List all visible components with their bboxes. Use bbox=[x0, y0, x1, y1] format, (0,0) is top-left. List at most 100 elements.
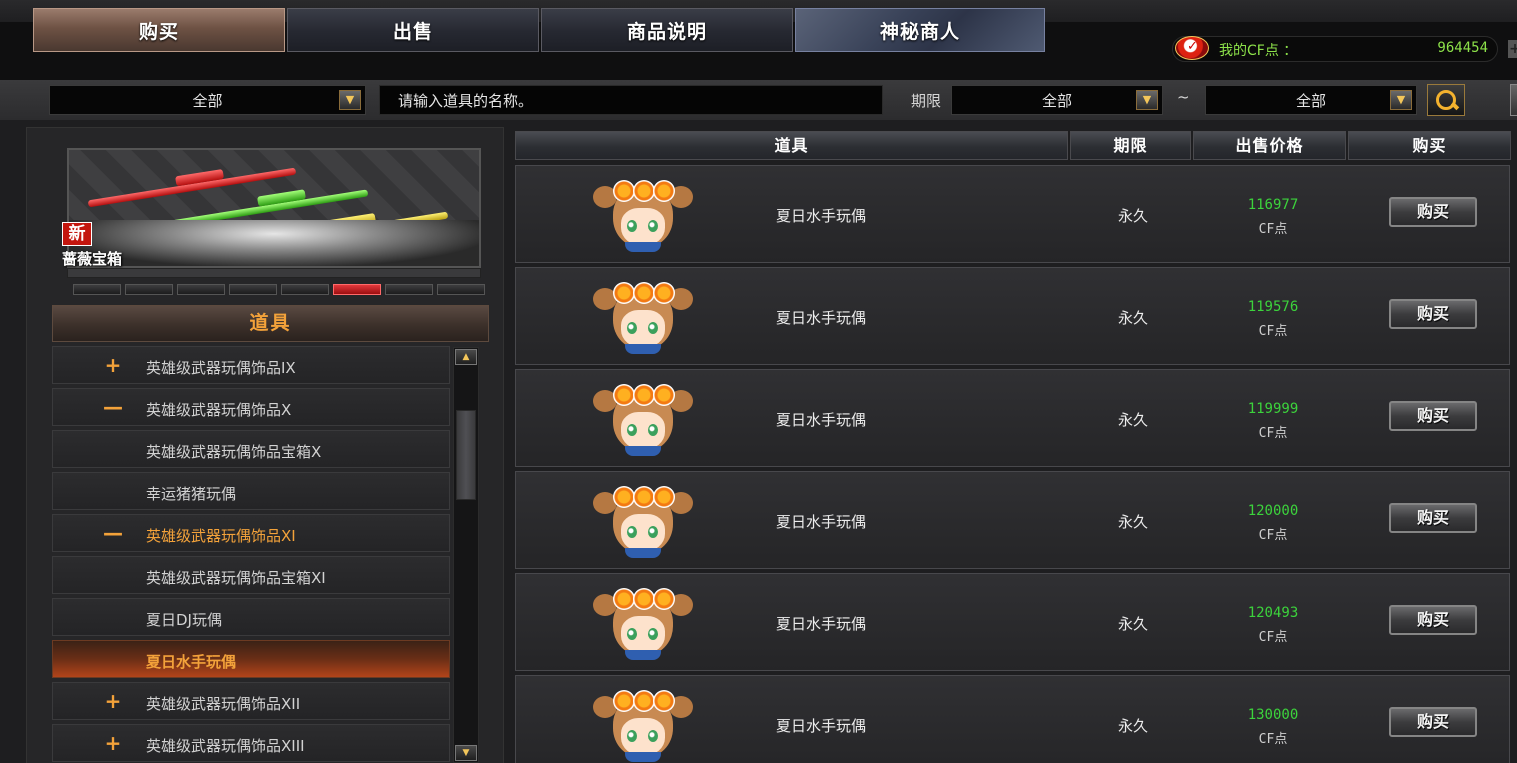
price-unit: CF点 bbox=[1258, 732, 1288, 747]
tab-buy[interactable]: 购买 bbox=[33, 8, 285, 52]
banner-page-dot[interactable] bbox=[333, 284, 381, 295]
expand-icon[interactable]: + bbox=[103, 732, 123, 754]
price-unit: CF点 bbox=[1258, 630, 1288, 645]
doll-eye bbox=[627, 220, 637, 232]
banner-page-dot[interactable] bbox=[177, 284, 225, 295]
table-row: 夏日水手玩偶 永久 130000 CF点 购买 bbox=[515, 675, 1510, 763]
collapse-icon[interactable]: — bbox=[103, 396, 123, 418]
category-label: 夏日DJ玩偶 bbox=[146, 611, 222, 629]
item-term: 永久 bbox=[1118, 615, 1149, 633]
buy-button[interactable]: 购买 bbox=[1389, 503, 1477, 533]
category-label: 夏日水手玩偶 bbox=[146, 653, 237, 671]
table-row: 夏日水手玩偶 永久 120493 CF点 购买 bbox=[515, 573, 1510, 671]
doll-goggle bbox=[633, 486, 655, 508]
category-item[interactable]: 英雄级武器玩偶饰品宝箱XI bbox=[52, 556, 450, 594]
chevron-down-icon[interactable]: ▼ bbox=[339, 90, 361, 110]
doll-eye bbox=[627, 424, 637, 436]
search-icon[interactable] bbox=[1427, 84, 1465, 116]
collapse-icon[interactable]: — bbox=[103, 522, 123, 544]
scroll-down-icon[interactable]: ▼ bbox=[455, 745, 477, 761]
scroll-thumb[interactable] bbox=[456, 410, 476, 500]
category-label: 英雄级武器玩偶饰品IX bbox=[146, 359, 296, 377]
doll-eye bbox=[627, 628, 637, 640]
column-header-term: 期限 bbox=[1070, 131, 1191, 160]
category-item[interactable]: — 英雄级武器玩偶饰品XI bbox=[52, 514, 450, 552]
doll-goggle bbox=[653, 180, 675, 202]
sailor-doll-icon bbox=[591, 688, 695, 763]
buy-button[interactable]: 购买 bbox=[1389, 605, 1477, 635]
banner-page-dot[interactable] bbox=[73, 284, 121, 295]
category-item[interactable]: + 英雄级武器玩偶饰品XII bbox=[52, 682, 450, 720]
doll-goggle bbox=[633, 384, 655, 406]
sailor-doll-icon bbox=[591, 484, 695, 560]
category-label: 英雄级武器玩偶饰品XII bbox=[146, 695, 301, 713]
category-item[interactable]: + 英雄级武器玩偶饰品IX bbox=[52, 346, 450, 384]
doll-collar bbox=[625, 752, 661, 762]
item-name: 夏日水手玩偶 bbox=[776, 207, 867, 225]
category-item[interactable]: 英雄级武器玩偶饰品宝箱X bbox=[52, 430, 450, 468]
range-separator: ~ bbox=[1177, 88, 1190, 106]
buy-button[interactable]: 购买 bbox=[1389, 299, 1477, 329]
column-header-price: 出售价格 bbox=[1193, 131, 1346, 160]
banner-page-dot[interactable] bbox=[125, 284, 173, 295]
item-term: 永久 bbox=[1118, 309, 1149, 327]
banner-bar bbox=[67, 268, 481, 278]
doll-goggle bbox=[613, 486, 635, 508]
item-price: 130000 bbox=[1247, 707, 1299, 723]
search-input[interactable]: 请输入道具的名称。 bbox=[379, 85, 883, 115]
shop-window: 购买 出售 商品说明 神秘商人 我的CF点 ： 964454 + 全部 ▼ 请输… bbox=[0, 0, 1517, 763]
doll-collar bbox=[625, 650, 661, 660]
banner-page-dot[interactable] bbox=[229, 284, 277, 295]
edge-button[interactable] bbox=[1510, 84, 1517, 116]
banner-pager bbox=[73, 284, 485, 296]
price-unit: CF点 bbox=[1258, 426, 1288, 441]
item-term: 永久 bbox=[1118, 207, 1149, 225]
category-item[interactable]: 夏日水手玩偶 bbox=[52, 640, 450, 678]
doll-goggle bbox=[653, 384, 675, 406]
term-from-value: 全部 bbox=[1041, 91, 1072, 110]
expand-icon[interactable]: + bbox=[103, 690, 123, 712]
doll-goggle bbox=[613, 384, 635, 406]
scroll-up-icon[interactable]: ▲ bbox=[455, 349, 477, 365]
term-from-select[interactable]: 全部 ▼ bbox=[951, 85, 1163, 115]
cf-topup-button[interactable]: + bbox=[1508, 40, 1517, 58]
item-term: 永久 bbox=[1118, 717, 1149, 735]
buy-button[interactable]: 购买 bbox=[1389, 401, 1477, 431]
doll-goggle bbox=[633, 180, 655, 202]
buy-button[interactable]: 购买 bbox=[1389, 197, 1477, 227]
category-item[interactable]: + 英雄级武器玩偶饰品XIII bbox=[52, 724, 450, 762]
banner-page-dot[interactable] bbox=[385, 284, 433, 295]
tab-sell[interactable]: 出售 bbox=[287, 8, 539, 52]
featured-banner[interactable] bbox=[67, 148, 481, 268]
item-price: 119576 bbox=[1247, 299, 1299, 315]
category-item[interactable]: 幸运猪猪玩偶 bbox=[52, 472, 450, 510]
chevron-down-icon[interactable]: ▼ bbox=[1390, 90, 1412, 110]
column-header-item: 道具 bbox=[515, 131, 1068, 160]
doll-goggle bbox=[653, 282, 675, 304]
tab-mystery-merchant[interactable]: 神秘商人 bbox=[795, 8, 1045, 52]
doll-eye bbox=[648, 424, 658, 436]
category-label: 幸运猪猪玩偶 bbox=[146, 485, 237, 503]
price-unit: CF点 bbox=[1258, 222, 1288, 237]
chevron-down-icon[interactable]: ▼ bbox=[1136, 90, 1158, 110]
tab-product-info[interactable]: 商品说明 bbox=[541, 8, 793, 52]
category-select[interactable]: 全部 ▼ bbox=[49, 85, 366, 115]
item-name: 夏日水手玩偶 bbox=[776, 309, 867, 327]
banner-page-dot[interactable] bbox=[437, 284, 485, 295]
doll-eye bbox=[648, 730, 658, 742]
buy-button[interactable]: 购买 bbox=[1389, 707, 1477, 737]
cf-points-value: 964454 bbox=[1437, 40, 1488, 56]
doll-goggle bbox=[613, 180, 635, 202]
table-row: 夏日水手玩偶 永久 119576 CF点 购买 bbox=[515, 267, 1510, 365]
term-to-select[interactable]: 全部 ▼ bbox=[1205, 85, 1417, 115]
category-item[interactable]: 夏日DJ玩偶 bbox=[52, 598, 450, 636]
item-price: 116977 bbox=[1247, 197, 1299, 213]
item-name: 夏日水手玩偶 bbox=[776, 513, 867, 531]
expand-icon[interactable]: + bbox=[103, 354, 123, 376]
price-unit: CF点 bbox=[1258, 324, 1288, 339]
doll-goggle bbox=[653, 588, 675, 610]
banner-page-dot[interactable] bbox=[281, 284, 329, 295]
category-item[interactable]: — 英雄级武器玩偶饰品X bbox=[52, 388, 450, 426]
category-scrollbar[interactable]: ▲ ▼ bbox=[453, 347, 479, 763]
table-row: 夏日水手玩偶 永久 116977 CF点 购买 bbox=[515, 165, 1510, 263]
